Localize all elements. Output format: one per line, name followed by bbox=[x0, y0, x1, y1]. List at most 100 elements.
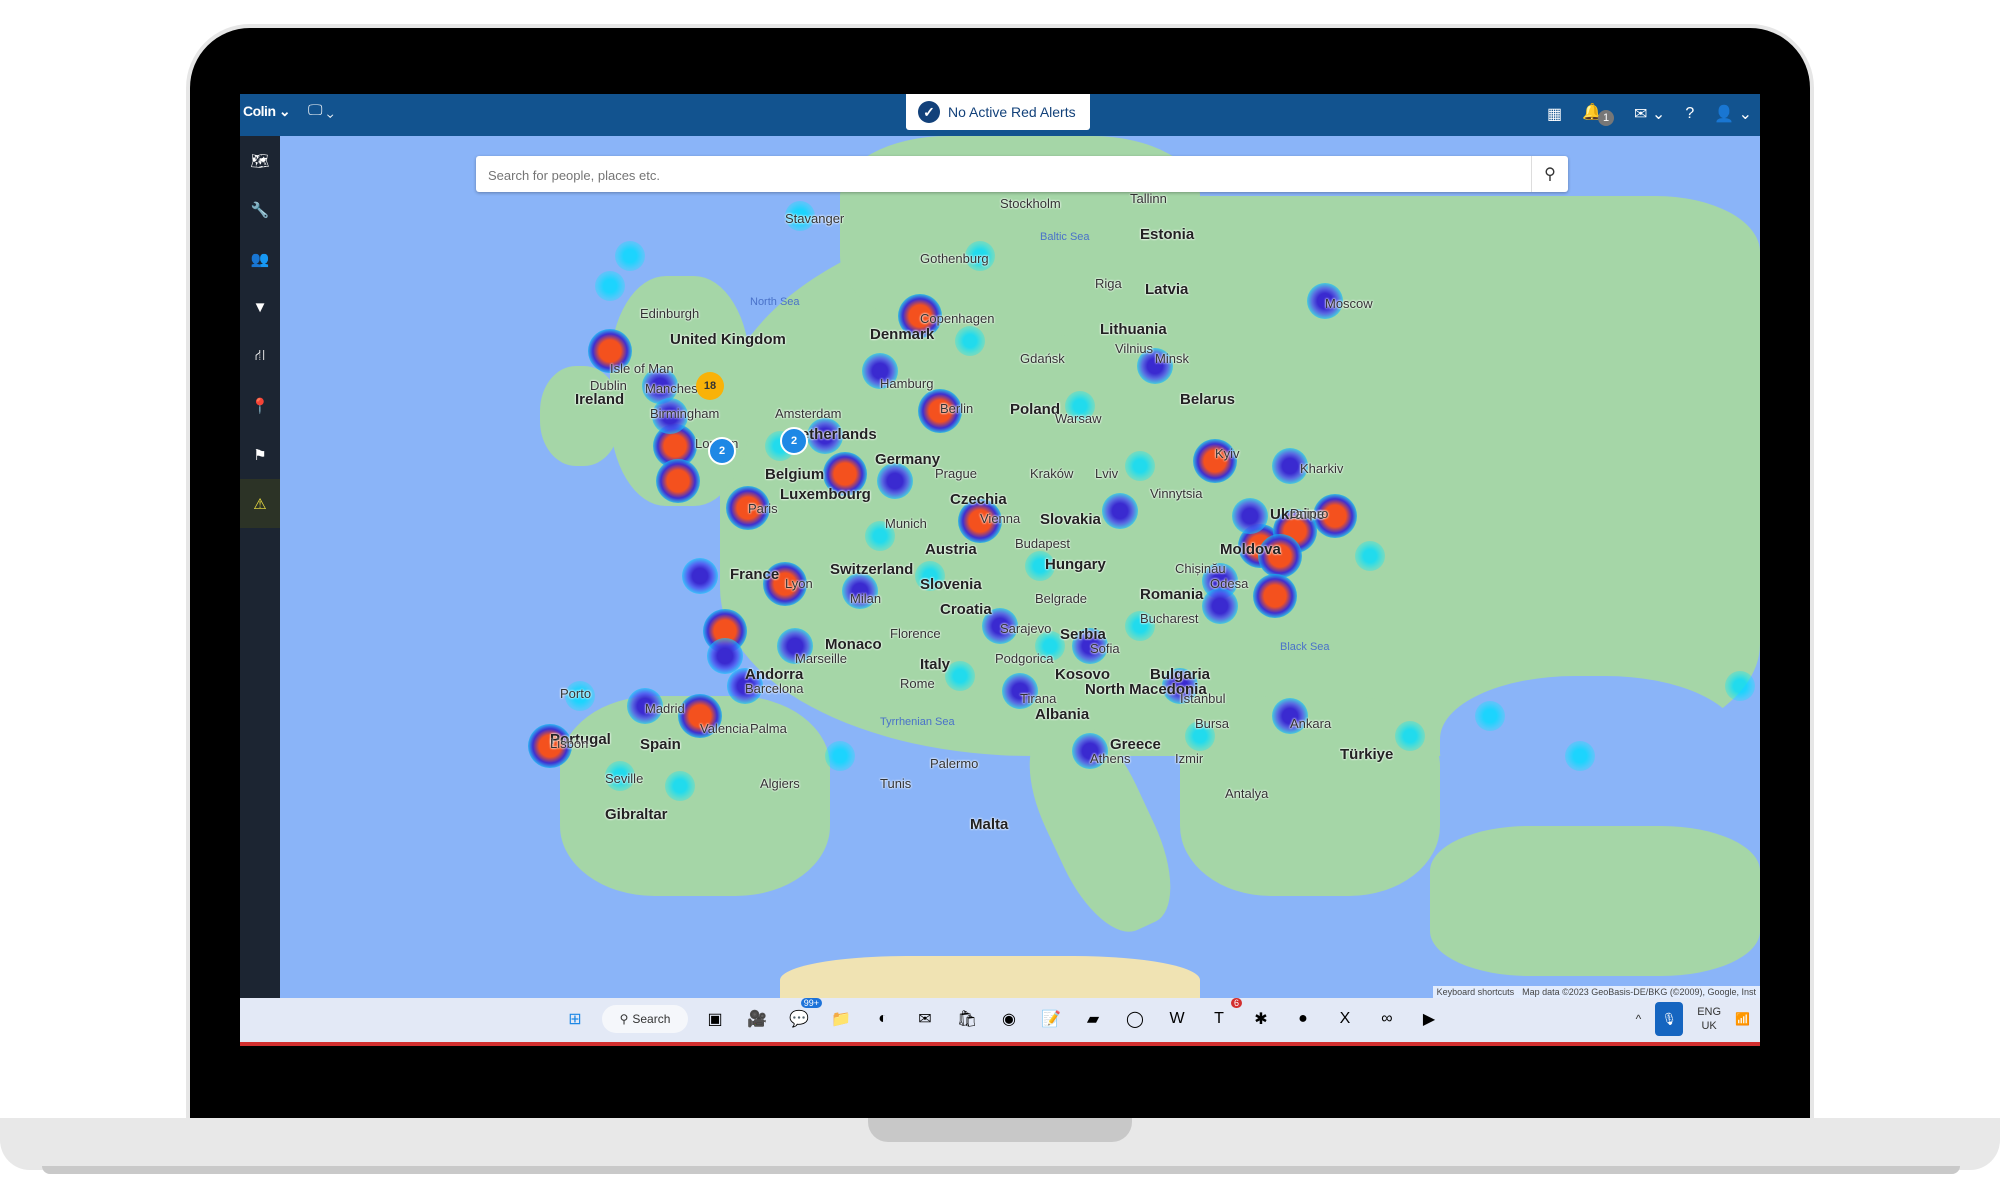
heatmap-spot bbox=[1232, 498, 1268, 534]
users-icon: 👥 bbox=[250, 250, 270, 268]
city-label: Marseille bbox=[795, 651, 848, 666]
cluster-marker[interactable]: 2 bbox=[780, 427, 808, 455]
cluster-marker[interactable]: 2 bbox=[708, 437, 736, 465]
country-label: Hungary bbox=[1045, 556, 1106, 573]
country-label: Switzerland bbox=[830, 561, 914, 578]
language-indicator[interactable]: ENG UK bbox=[1697, 1005, 1721, 1033]
app-badge: 99+ bbox=[800, 998, 822, 1008]
sidebar-item-tools[interactable]: 🔧 bbox=[240, 185, 280, 234]
user-menu[interactable]: Colin ⌄ bbox=[243, 103, 291, 120]
taskbar-app-obs[interactable]: ◯ bbox=[1120, 1004, 1150, 1034]
land-north-africa bbox=[780, 956, 1200, 998]
word-icon: W bbox=[1169, 1010, 1185, 1027]
country-label: Belgium bbox=[765, 466, 825, 483]
city-label: Istanbul bbox=[1180, 691, 1226, 706]
sidebar-item-filter[interactable]: ▼ bbox=[240, 283, 280, 332]
city-label: Porto bbox=[560, 686, 592, 701]
city-label: Kraków bbox=[1030, 466, 1074, 481]
country-label: Belarus bbox=[1180, 391, 1236, 408]
wifi-icon[interactable]: 📶 bbox=[1735, 1012, 1750, 1026]
mail-menu[interactable]: ✉ ⌄ bbox=[1634, 104, 1665, 124]
taskbar-app-store[interactable]: 🛍 bbox=[952, 1004, 982, 1034]
taskbar-app-task-view[interactable]: ▣ bbox=[700, 1004, 730, 1034]
taskbar-app-github[interactable]: ● bbox=[1288, 1004, 1318, 1034]
sidebar-item-places[interactable]: 📍 bbox=[240, 381, 280, 430]
city-label: Izmir bbox=[1175, 751, 1204, 766]
map-attribution: Keyboard shortcuts Map data ©2023 GeoBas… bbox=[1432, 986, 1760, 998]
sidebar-item-roads[interactable]: ⛙ bbox=[240, 332, 280, 381]
city-label: Birmingham bbox=[650, 406, 720, 421]
route-icon: ⚑ bbox=[253, 446, 267, 464]
taskbar-app-meet[interactable]: 🎥 bbox=[742, 1004, 772, 1034]
city-label: Tunis bbox=[880, 776, 912, 791]
app-badge: 6 bbox=[1230, 998, 1242, 1008]
taskbar-app-media-player[interactable]: ▶ bbox=[1414, 1004, 1444, 1034]
taskbar-search-label: Search bbox=[632, 1012, 671, 1026]
display-menu[interactable]: 🖵 ⌄ bbox=[308, 102, 334, 119]
sidebar-item-map[interactable]: 🗺 bbox=[240, 136, 280, 185]
taskbar-app-word[interactable]: W bbox=[1162, 1004, 1192, 1034]
notifications-button[interactable]: 🔔1 bbox=[1582, 102, 1615, 126]
city-label: Hamburg bbox=[880, 376, 934, 391]
chevron-up-icon[interactable]: ^ bbox=[1636, 1012, 1642, 1026]
help-icon[interactable]: ? bbox=[1685, 105, 1694, 123]
notepad-icon: 📝 bbox=[1041, 1011, 1061, 1028]
city-label: Copenhagen bbox=[920, 311, 995, 326]
cluster-marker[interactable]: 18 bbox=[696, 372, 724, 400]
country-label: Albania bbox=[1035, 706, 1090, 723]
alert-status-text: No Active Red Alerts bbox=[948, 104, 1076, 120]
taskbar-apps: ⊞ ⚲ Search ▣ 🎥 💬 99+ 📁 ◐ ✉ 🛍 ◉ 📝 ▰ ◯ W T 6 ✱ ● X ∞ ▶ bbox=[560, 998, 1444, 1034]
city-label: Dublin bbox=[590, 378, 627, 393]
taskbar-app-teams[interactable]: T6 bbox=[1204, 998, 1242, 1034]
monitor-icon: 🖵 bbox=[308, 102, 323, 119]
sea-label: North Sea bbox=[750, 296, 800, 308]
taskbar-app-excel[interactable]: X bbox=[1330, 1004, 1360, 1034]
map-data-credit: Map data ©2023 GeoBasis-DE/BKG (©2009), … bbox=[1522, 987, 1756, 997]
city-label: Budapest bbox=[1015, 536, 1070, 551]
laptop-base-shadow bbox=[42, 1166, 1960, 1174]
country-label: Czechia bbox=[950, 491, 1007, 508]
taskbar-app-sticky-notes[interactable]: ▰ bbox=[1078, 1004, 1108, 1034]
search-input[interactable] bbox=[476, 156, 1530, 194]
obs-icon: ◯ bbox=[1126, 1011, 1144, 1028]
heatmap-spot bbox=[825, 741, 855, 771]
keyboard-shortcuts-link[interactable]: Keyboard shortcuts bbox=[1437, 987, 1515, 997]
sidebar-item-routes[interactable]: ⚑ bbox=[240, 430, 280, 479]
windows-start-button[interactable]: ⊞ bbox=[560, 1004, 590, 1034]
taskbar-app-slack[interactable]: ✱ bbox=[1246, 1004, 1276, 1034]
taskbar-app-edge[interactable]: ◐ bbox=[868, 1004, 898, 1034]
outlook-icon: ✉ bbox=[918, 1011, 932, 1028]
copilot-icon: ∞ bbox=[1381, 1010, 1393, 1027]
store-icon: 🛍 bbox=[956, 1011, 978, 1028]
city-label: Lyon bbox=[785, 576, 813, 591]
heatmap-spot bbox=[1102, 493, 1138, 529]
taskbar-app-chrome[interactable]: ◉ bbox=[994, 1004, 1024, 1034]
country-label: Slovakia bbox=[1040, 511, 1101, 528]
city-label: Dnipro bbox=[1290, 506, 1329, 521]
filter-icon: ▼ bbox=[252, 299, 268, 316]
city-label: Seville bbox=[605, 771, 644, 786]
heatmap-spot bbox=[1565, 741, 1595, 771]
teams-icon: T bbox=[1214, 1010, 1224, 1027]
sidebar-item-alerts[interactable]: ⚠ bbox=[240, 479, 280, 528]
microphone-button[interactable]: 🎙 bbox=[1655, 1002, 1684, 1036]
taskbar-app-copilot[interactable]: ∞ bbox=[1372, 1004, 1402, 1034]
country-label: Luxembourg bbox=[780, 486, 871, 503]
city-label: Tirana bbox=[1020, 691, 1057, 706]
city-label: Kyiv bbox=[1215, 446, 1240, 461]
search-button[interactable]: ⚲ bbox=[1531, 156, 1568, 192]
sidebar-item-people[interactable]: 👥 bbox=[240, 234, 280, 283]
alert-status-badge[interactable]: ✓ No Active Red Alerts bbox=[906, 94, 1090, 130]
taskbar-app-chat[interactable]: 💬 99+ bbox=[784, 998, 822, 1034]
map-canvas[interactable]: United Kingdom Ireland Denmark Estonia Latvi… bbox=[280, 136, 1760, 998]
country-label: Estonia bbox=[1140, 226, 1195, 243]
taskbar-app-notepad[interactable]: 📝 bbox=[1036, 1004, 1066, 1034]
city-label: Podgorica bbox=[995, 651, 1054, 666]
apps-grid-icon[interactable]: ▦ bbox=[1547, 104, 1562, 124]
taskbar-app-file-explorer[interactable]: 📁 bbox=[826, 1004, 856, 1034]
taskbar-search[interactable]: ⚲ Search bbox=[602, 1005, 688, 1033]
account-menu[interactable]: 👤 ⌄ bbox=[1714, 104, 1752, 124]
taskbar-app-outlook[interactable]: ✉ bbox=[910, 1004, 940, 1034]
heatmap-spot bbox=[665, 771, 695, 801]
heatmap-spot bbox=[595, 271, 625, 301]
